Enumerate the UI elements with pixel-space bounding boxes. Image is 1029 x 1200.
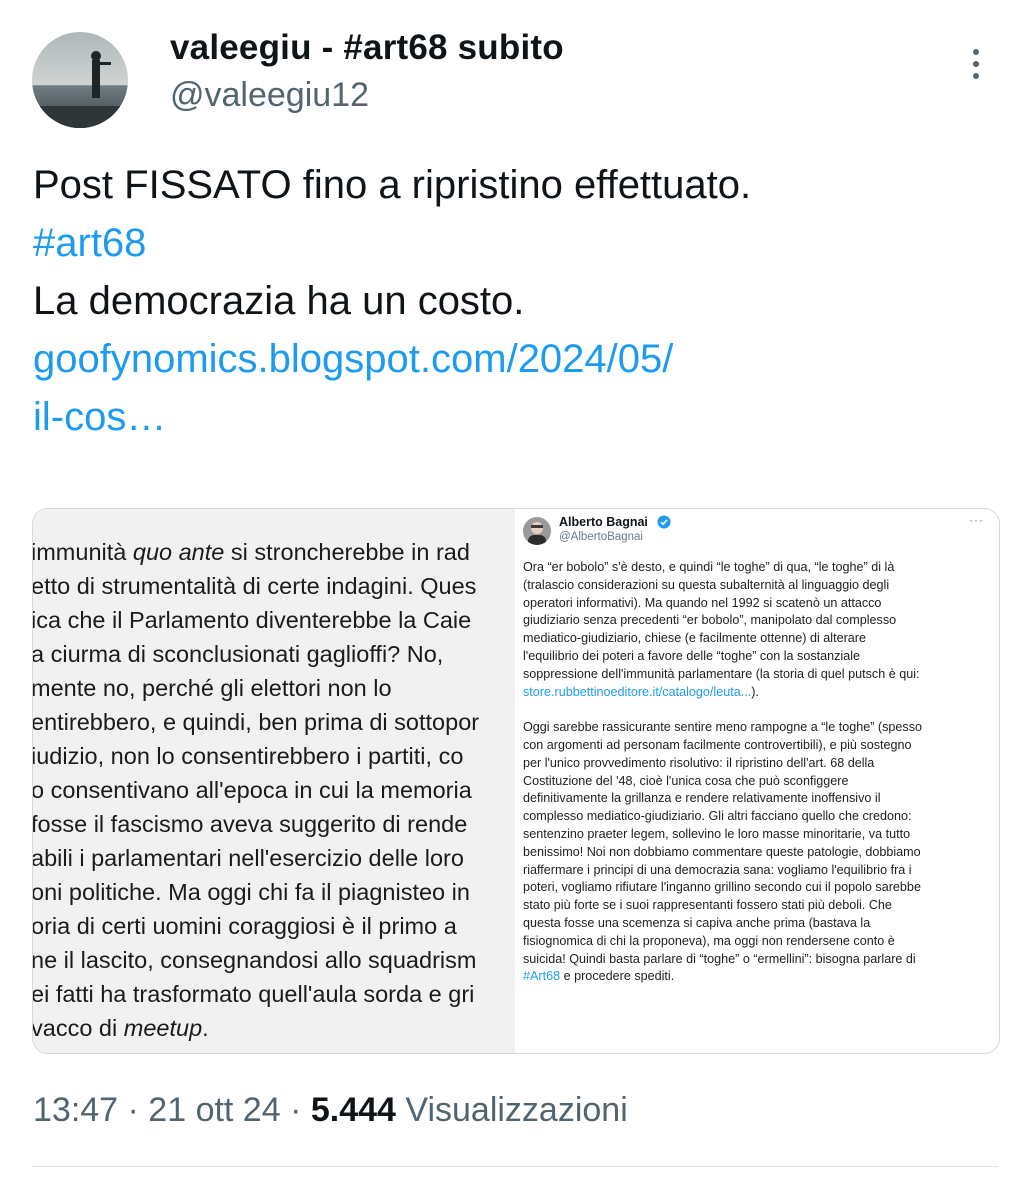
excerpt-line: ei fatti ha trasformato quell'aula sorda… bbox=[33, 981, 475, 1007]
quoted-line: con argomenti ad personam facilmente con… bbox=[523, 737, 912, 752]
excerpt-line: mente no, perché gli elettori non lo bbox=[33, 675, 392, 701]
hashtag-link[interactable]: #art68 bbox=[33, 214, 993, 272]
more-options-icon[interactable] bbox=[958, 44, 994, 84]
quoted-line: sentenzino praeter legem, sollevino le l… bbox=[523, 826, 911, 841]
quoted-line: fisiognomica di chi la proponeva), ma og… bbox=[523, 933, 895, 948]
excerpt-line: etto di strumentalità di certe indagini.… bbox=[33, 573, 477, 599]
excerpt-line: a ciurma di sconclusionati gaglioffi? No… bbox=[33, 641, 444, 667]
quoted-link: store.rubbettinoeditore.it/catalogo/leut… bbox=[523, 684, 752, 699]
quoted-line: (tralascio considerazioni su questa suba… bbox=[523, 577, 890, 592]
quoted-more-icon: ··· bbox=[969, 513, 984, 527]
media-attachment[interactable]: immunità quo ante si stroncherebbe in ra… bbox=[32, 508, 1000, 1054]
quoted-line: store.rubbettinoeditore.it/catalogo/leut… bbox=[523, 684, 759, 699]
verified-badge-icon bbox=[657, 515, 671, 529]
url-link[interactable]: goofynomics.blogspot.com/2024/05/ bbox=[33, 330, 993, 388]
quoted-line: per l'unico provvedimento risolutivo: il… bbox=[523, 755, 875, 770]
excerpt-line: immunità quo ante si stroncherebbe in ra… bbox=[33, 539, 470, 565]
excerpt-line: oni politiche. Ma oggi chi fa il piagnis… bbox=[33, 879, 470, 905]
excerpt-line: abili i parlamentari nell'esercizio dell… bbox=[33, 845, 464, 871]
quoted-post-text: Ora “er bobolo” s'è desto, e quindi “le … bbox=[523, 559, 993, 986]
avatar[interactable] bbox=[32, 32, 128, 128]
tweet-line: Post FISSATO fino a ripristino effettuat… bbox=[33, 163, 752, 207]
quoted-line: definitivamente la grillanza e rendere r… bbox=[523, 791, 881, 806]
media-image-article-excerpt[interactable]: immunità quo ante si stroncherebbe in ra… bbox=[33, 509, 515, 1053]
excerpt-line: vacco di meetup. bbox=[33, 1015, 209, 1041]
excerpt-line: ne il lascito, consegnandosi allo squadr… bbox=[33, 947, 477, 973]
person-portrait-icon bbox=[523, 517, 551, 545]
quoted-line: stato più forte se i suoi rappresentanti… bbox=[523, 898, 892, 913]
url-link-continued[interactable]: il-cos… bbox=[33, 388, 993, 446]
display-name[interactable]: valeegiu - #art68 subito bbox=[170, 28, 564, 68]
excerpt-line: oria di certi uomini coraggiosi è il pri… bbox=[33, 913, 457, 939]
excerpt-line: fosse il fascismo aveva suggerito di ren… bbox=[33, 811, 468, 837]
divider bbox=[32, 1166, 998, 1167]
quoted-line: soppressione dell'immunità parlamentare … bbox=[523, 666, 920, 681]
views-label: Visualizzazioni bbox=[395, 1091, 628, 1129]
quoted-line: benissimo! Noi non dobbiamo commentare q… bbox=[523, 844, 921, 859]
quoted-line: Oggi sarebbe rassicurante sentire meno r… bbox=[523, 720, 923, 735]
views-count: 5.444 bbox=[310, 1091, 396, 1129]
quoted-hashtag: #Art68 bbox=[523, 969, 561, 984]
quoted-line: giudiziario senza precedenti “er bobolo”… bbox=[523, 613, 897, 628]
quoted-line: Ora “er bobolo” s'è desto, e quindi “le … bbox=[523, 560, 895, 574]
quoted-author-handle: @AlbertoBagnai bbox=[559, 531, 643, 543]
quoted-avatar bbox=[523, 517, 551, 545]
post-timestamp[interactable]: 13:47 · 21 ott 24 · bbox=[33, 1091, 311, 1129]
quoted-line: #Art68 e procedere spediti. bbox=[523, 969, 675, 984]
quoted-line: riaffermare i principi di una democrazia… bbox=[523, 862, 912, 877]
tweet-text: Post FISSATO fino a ripristino effettuat… bbox=[33, 156, 993, 446]
quoted-line: questa fosse una scemenza si capiva anch… bbox=[523, 915, 871, 930]
media-image-quoted-post[interactable]: Alberto Bagnai @AlbertoBagnai ··· Ora “e… bbox=[519, 509, 999, 1053]
excerpt-line: iudizio, non lo consentirebbero i partit… bbox=[33, 743, 464, 769]
excerpt-line: o consentivano all'epoca in cui la memor… bbox=[33, 777, 472, 803]
quoted-line: mediatico-giudiziario, chiese (e facilme… bbox=[523, 631, 867, 646]
quoted-line: suicida! Quindi basta parlare di “toghe”… bbox=[523, 951, 916, 966]
quoted-author-name: Alberto Bagnai bbox=[559, 515, 648, 529]
user-handle[interactable]: @valeegiu12 bbox=[170, 76, 369, 115]
quoted-line: Costituzione del '48, cioè l'unica cosa … bbox=[523, 773, 849, 788]
tweet-line: La democrazia ha un costo. bbox=[33, 279, 525, 323]
quoted-line: poteri, vogliamo rifiutare l'inganno gri… bbox=[523, 880, 921, 895]
excerpt-line: ica che il Parlamento diventerebbe la Ca… bbox=[33, 607, 472, 633]
post-metadata: 13:47 · 21 ott 24 · 5.444 Visualizzazion… bbox=[33, 1091, 628, 1130]
profile-photo-icon bbox=[32, 32, 128, 128]
quoted-line: l'equilibrio dei poteri a favore delle “… bbox=[523, 648, 861, 663]
quoted-line: operatori informativi). Ma quando nel 19… bbox=[523, 595, 882, 610]
excerpt-line: entirebbero, e quindi, ben prima di sott… bbox=[33, 709, 480, 735]
quoted-line: complesso mediatico-giudiziario. Gli alt… bbox=[523, 809, 912, 824]
